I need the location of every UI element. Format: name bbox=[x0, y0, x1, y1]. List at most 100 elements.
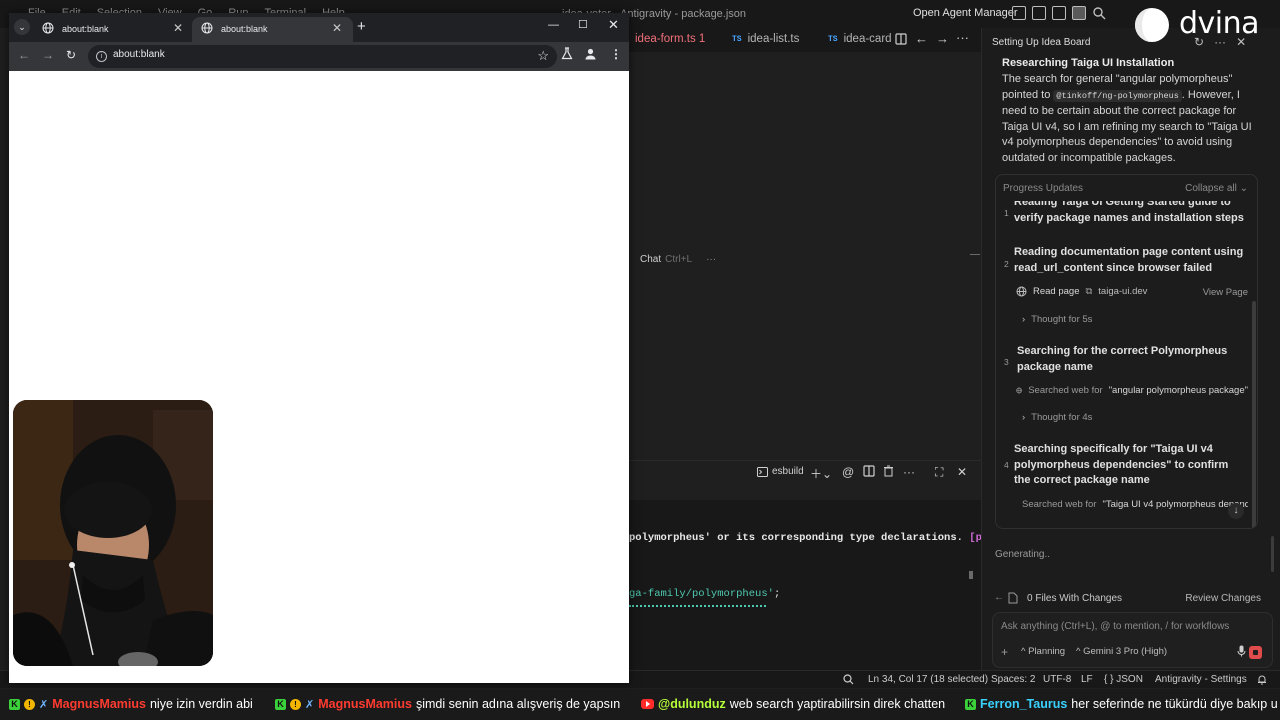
terminal-scrollbar[interactable] bbox=[969, 571, 973, 579]
webcam-overlay bbox=[13, 400, 213, 666]
close-tab-icon[interactable]: ✕ bbox=[173, 21, 183, 35]
progress-updates-label: Progress Updates bbox=[1003, 183, 1084, 194]
chrome-menu-icon[interactable]: ⋮ bbox=[610, 47, 622, 61]
split-editor-icon[interactable] bbox=[895, 33, 907, 45]
tab-idea-form[interactable]: idea-form.ts 1 bbox=[635, 33, 705, 45]
tab-idea-card[interactable]: TS idea-card bbox=[828, 33, 892, 45]
panel-toggle-icon[interactable] bbox=[1052, 6, 1066, 20]
youtube-icon bbox=[641, 699, 654, 709]
dvina-logo: dvina bbox=[1132, 5, 1272, 45]
chat-message: K ! ✗ MagnusMamius niye izin verdin abi bbox=[9, 697, 253, 711]
thought-row[interactable]: › Thought for 4s bbox=[1022, 412, 1254, 423]
browser-toolbar: ← → ↻ i ☆ ⋮ bbox=[9, 42, 629, 71]
chat-message: K ! ✗ MagnusMamius şimdi senin adına alı… bbox=[275, 697, 620, 711]
layout-toggle-icon[interactable] bbox=[1012, 6, 1026, 20]
chat-hint-shortcut: Ctrl+L bbox=[665, 254, 693, 265]
mode-label: Planning bbox=[1028, 646, 1066, 657]
kick-icon: K bbox=[9, 698, 20, 710]
split-terminal-icon[interactable] bbox=[863, 465, 875, 477]
indentation[interactable]: Spaces: 2 bbox=[991, 674, 1035, 685]
files-with-changes[interactable]: 0 Files With Changes bbox=[1027, 593, 1122, 604]
trash-icon[interactable] bbox=[883, 465, 894, 477]
reload-icon[interactable]: ↻ bbox=[66, 48, 76, 62]
globe-icon bbox=[1016, 387, 1022, 394]
chat-text: şimdi senin adına alışveriş de yapsın bbox=[415, 697, 621, 711]
mention-icon[interactable]: @ bbox=[842, 465, 854, 479]
thought-label: Thought for 4s bbox=[1031, 412, 1093, 423]
panel-sash[interactable] bbox=[970, 254, 980, 255]
new-terminal-icon[interactable]: ＋⌄ bbox=[810, 465, 832, 482]
chat-message: K Ferron_Taurus her seferinde ne tükürdü… bbox=[965, 697, 1278, 711]
back-arrow-icon[interactable]: ← bbox=[18, 48, 30, 62]
terminal-more-icon[interactable]: ··· bbox=[903, 465, 915, 479]
chat-text: niye izin verdin abi bbox=[149, 697, 253, 711]
maximize-panel-icon[interactable]: ⛶ bbox=[935, 465, 943, 480]
file-icon bbox=[1008, 592, 1018, 604]
language-mode[interactable]: { } JSON bbox=[1104, 674, 1143, 685]
bell-icon[interactable] bbox=[1257, 674, 1267, 685]
encoding[interactable]: UTF-8 bbox=[1043, 674, 1071, 685]
browser-tab[interactable]: about:blank ✕ bbox=[33, 17, 194, 42]
agent-scrollbar[interactable] bbox=[1271, 536, 1274, 572]
step-title: Reading Taiga UI Getting Started guide t… bbox=[1014, 201, 1244, 224]
progress-updates-card: Progress Updates Collapse all ⌄ 1 Readin… bbox=[995, 174, 1258, 529]
chevron-right-icon: › bbox=[1022, 412, 1026, 423]
mode-selector[interactable]: ^ Planning bbox=[1021, 646, 1065, 657]
cursor-position[interactable]: Ln 34, Col 17 (18 selected) bbox=[868, 674, 988, 685]
scroll-down-arrow-icon[interactable]: ↓ bbox=[1228, 503, 1244, 519]
terminal-error-bracket: [p bbox=[969, 532, 982, 544]
site-info-icon[interactable]: i bbox=[96, 51, 107, 62]
forward-arrow-icon[interactable]: → bbox=[42, 48, 54, 62]
more-actions-icon[interactable]: ··· bbox=[956, 30, 969, 45]
search-icon[interactable] bbox=[1092, 6, 1106, 20]
warning-badge-icon: ! bbox=[290, 698, 301, 710]
agent-prompt-input[interactable] bbox=[1001, 621, 1261, 632]
stop-generation-button[interactable] bbox=[1249, 646, 1262, 659]
progress-list[interactable]: 1 Reading Taiga UI Getting Started guide… bbox=[996, 201, 1257, 528]
terminal-select[interactable]: esbuild bbox=[757, 466, 804, 477]
search-row: Searched web for "angular polymorpheus p… bbox=[1016, 385, 1248, 396]
layout-controls bbox=[1012, 6, 1106, 20]
line-ending[interactable]: LF bbox=[1081, 674, 1093, 685]
sidebar-toggle-icon[interactable] bbox=[1032, 6, 1046, 20]
minimize-icon[interactable]: — bbox=[548, 19, 559, 31]
dvina-logo-mark bbox=[1135, 8, 1169, 42]
arrow-right-icon[interactable]: → bbox=[936, 31, 949, 46]
browser-tab-active[interactable]: about:blank ✕ bbox=[192, 17, 353, 42]
add-context-icon[interactable]: + bbox=[1001, 645, 1008, 659]
research-paragraph: The search for general "angular polymorp… bbox=[1002, 72, 1254, 167]
omnibox[interactable]: i ☆ bbox=[88, 45, 557, 68]
language-label: JSON bbox=[1116, 674, 1143, 685]
review-changes-button[interactable]: Review Changes bbox=[1185, 593, 1261, 604]
secondary-sidebar-toggle-icon[interactable] bbox=[1072, 6, 1086, 20]
address-bar-input[interactable] bbox=[113, 49, 513, 60]
microphone-icon[interactable] bbox=[1237, 645, 1246, 657]
terminal-output[interactable]: polymorpheus' or its corresponding type … bbox=[629, 500, 982, 670]
maximize-icon[interactable]: ☐ bbox=[578, 18, 588, 31]
new-tab-plus-icon[interactable]: + bbox=[357, 18, 366, 35]
profile-avatar-icon[interactable] bbox=[584, 47, 597, 60]
step-title: Reading documentation page content using… bbox=[1014, 246, 1244, 274]
collapse-all-button[interactable]: Collapse all ⌄ bbox=[1185, 183, 1248, 194]
progress-scrollbar[interactable] bbox=[1252, 301, 1256, 528]
labs-flask-icon[interactable] bbox=[561, 47, 573, 60]
close-window-icon[interactable]: ✕ bbox=[608, 17, 619, 33]
open-agent-manager-button[interactable]: Open Agent Manager bbox=[913, 7, 1018, 19]
close-tab-icon[interactable]: ✕ bbox=[332, 21, 342, 35]
tab-search-chevron-icon[interactable]: ⌄ bbox=[14, 19, 30, 35]
model-selector[interactable]: ^ Gemini 3 Pro (High) bbox=[1076, 646, 1167, 657]
globe-icon bbox=[201, 22, 213, 34]
thought-row[interactable]: › Thought for 5s bbox=[1022, 314, 1254, 325]
close-panel-icon[interactable]: ✕ bbox=[957, 465, 967, 479]
chat-hint[interactable]: Chat Ctrl+L ··· bbox=[640, 254, 716, 265]
zoom-icon[interactable] bbox=[843, 674, 854, 685]
chat-hint-more[interactable]: ··· bbox=[706, 254, 716, 265]
arrow-left-icon[interactable]: ← bbox=[994, 592, 1004, 603]
terminal-code-line: ga-family/polymorpheus'; bbox=[629, 588, 780, 600]
settings-status[interactable]: Antigravity - Settings bbox=[1155, 674, 1247, 685]
arrow-left-icon[interactable]: ← bbox=[915, 31, 928, 46]
thought-label: Thought for 5s bbox=[1031, 314, 1093, 325]
bookmark-star-icon[interactable]: ☆ bbox=[537, 48, 549, 64]
view-page-button[interactable]: View Page bbox=[1203, 287, 1248, 298]
tab-idea-list[interactable]: TS idea-list.ts bbox=[732, 33, 799, 45]
